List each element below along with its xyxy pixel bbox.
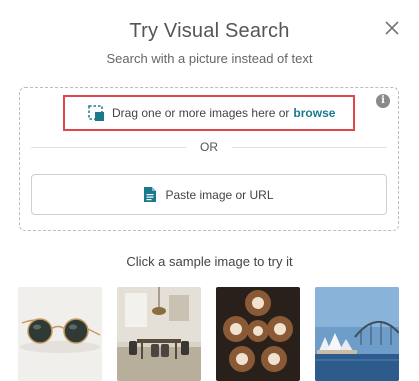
dining-room-image[interactable] (117, 287, 201, 381)
or-divider: OR (31, 139, 387, 155)
sunglasses-image[interactable] (18, 287, 102, 381)
document-icon (144, 187, 157, 202)
dialog-title: Try Visual Search (129, 20, 290, 42)
divider-line-right (232, 146, 387, 148)
paste-image-button[interactable]: Paste image or URL (31, 174, 387, 215)
drag-drop-area[interactable]: Drag one or more images here or browse (63, 95, 355, 131)
close-icon[interactable] (384, 20, 400, 36)
paste-label: Paste image or URL (165, 187, 274, 202)
sample-heading: Click a sample image to try it (126, 254, 293, 269)
divider-line-left (31, 146, 186, 148)
browse-link[interactable]: browse (293, 106, 335, 120)
image-drop-icon (88, 104, 105, 122)
or-label: OR (200, 140, 218, 154)
latte-art-image[interactable] (216, 287, 300, 381)
drag-instructions: Drag one or more images here or (112, 106, 290, 120)
sample-images (0, 287, 419, 381)
sydney-opera-house-image[interactable] (315, 287, 399, 381)
dialog-subtitle: Search with a picture instead of text (106, 51, 313, 66)
info-icon[interactable]: i (376, 94, 390, 108)
